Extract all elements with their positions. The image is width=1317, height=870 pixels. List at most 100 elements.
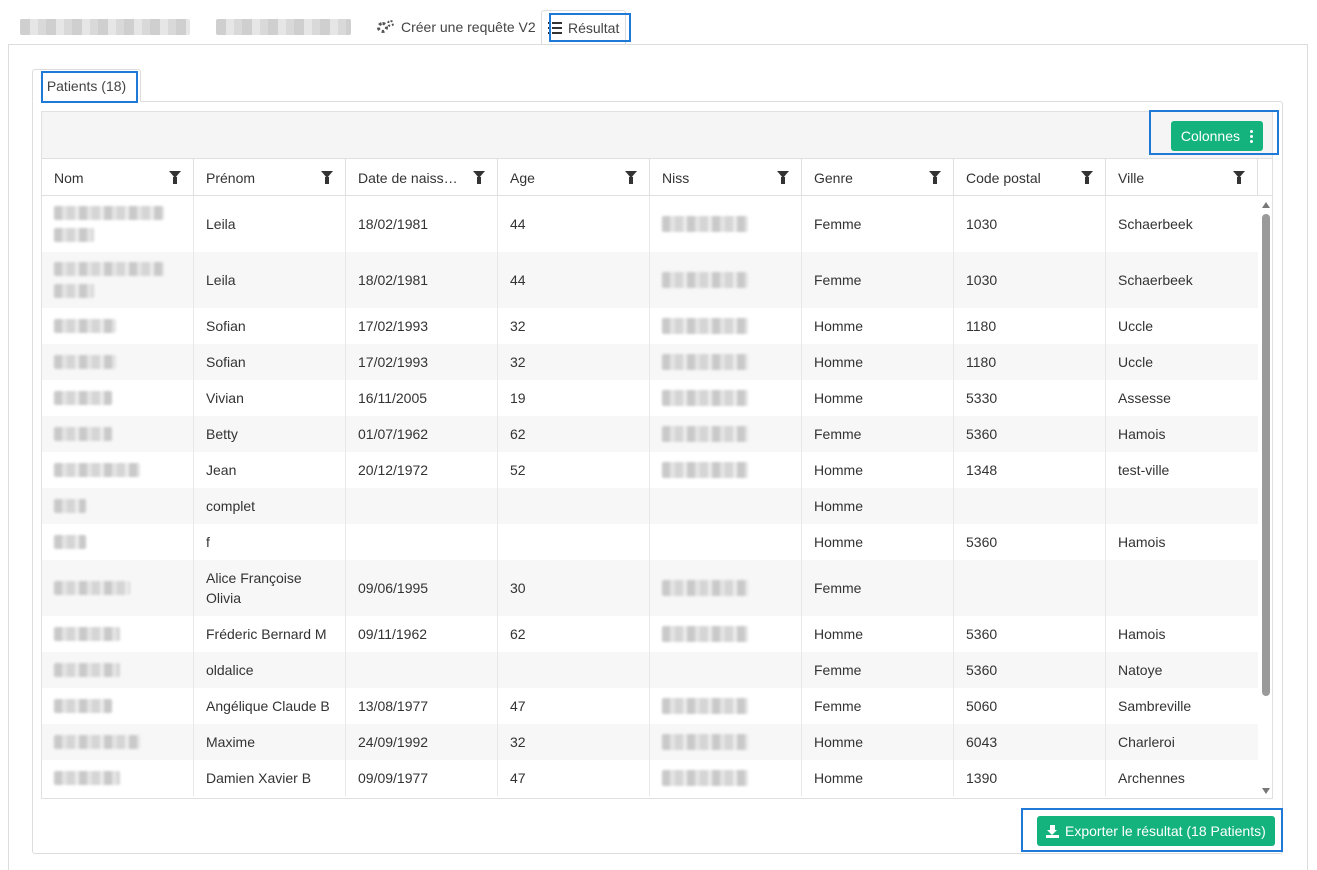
filter-icon[interactable]: [625, 171, 637, 184]
table-row[interactable]: Leila 18/02/1981 44 Femme 1030 Schaerbeek: [42, 196, 1258, 252]
columns-button-label: Colonnes: [1180, 128, 1240, 144]
grid-toolbar: Colonnes: [42, 112, 1272, 159]
header-code-postal[interactable]: Code postal: [954, 159, 1106, 196]
filter-icon[interactable]: [929, 171, 941, 184]
filter-icon[interactable]: [321, 171, 333, 184]
header-label: Niss: [662, 169, 690, 186]
redacted-text: [54, 206, 164, 220]
tab-patients[interactable]: Patients (18): [32, 69, 141, 102]
cell-code-postal: [954, 560, 1106, 616]
export-button[interactable]: Exporter le résultat (18 Patients): [1037, 816, 1275, 846]
cell-genre: Femme: [802, 416, 954, 452]
more-vertical-icon: [1250, 129, 1253, 143]
cell-code-postal: 5360: [954, 524, 1106, 560]
header-spacer: [1258, 159, 1272, 196]
cell-genre: Femme: [802, 252, 954, 308]
table-row[interactable]: Betty 01/07/1962 62 Femme 5360 Hamois: [42, 416, 1258, 452]
cell-genre: Homme: [802, 452, 954, 488]
table-row[interactable]: Alice Françoise Olivia 09/06/1995 30 Femme: [42, 560, 1258, 616]
cell-prenom: Jean: [194, 452, 346, 488]
cell-code-postal: 5060: [954, 688, 1106, 724]
scroll-down-icon[interactable]: [1262, 788, 1270, 794]
table-row[interactable]: Maxime 24/09/1992 32 Homme 6043 Charleroi: [42, 724, 1258, 760]
header-ville[interactable]: Ville: [1106, 159, 1258, 196]
cell-code-postal: 5360: [954, 616, 1106, 652]
filter-icon[interactable]: [777, 171, 789, 184]
cell-niss: [650, 616, 802, 652]
header-label: Nom: [54, 169, 84, 186]
cell-genre: Femme: [802, 652, 954, 688]
cell-nom: [42, 724, 194, 760]
columns-button[interactable]: Colonnes: [1170, 121, 1263, 151]
cell-ville: Archennes: [1118, 770, 1185, 786]
table-row[interactable]: Damien Xavier B 09/09/1977 47 Homme 1390 Arch…: [42, 760, 1258, 796]
redacted-text: [54, 284, 94, 298]
table-row[interactable]: Vivian 16/11/2005 19 Homme 5330 Assesse: [42, 380, 1258, 416]
cell-ville: Hamois: [1118, 534, 1166, 550]
table-row[interactable]: Sofian 17/02/1993 32 Homme 1180 Uccle: [42, 344, 1258, 380]
table-row[interactable]: oldalice Femme 5360 Natoye: [42, 652, 1258, 688]
cell-prenom: Damien Xavier B: [194, 760, 346, 796]
cell-genre: Femme: [802, 688, 954, 724]
header-age[interactable]: Age: [498, 159, 650, 196]
cell-date-naissance: 18/02/1981: [346, 196, 498, 252]
cell-ville: Hamois: [1118, 626, 1166, 642]
redacted-text: [662, 580, 748, 596]
table-row[interactable]: f Homme 5360 Hamois: [42, 524, 1258, 560]
table-row[interactable]: Jean 20/12/1972 52 Homme 1348 test-ville: [42, 452, 1258, 488]
cell-niss: [650, 488, 802, 524]
cell-niss: [650, 344, 802, 380]
cell-age: 62: [498, 416, 650, 452]
header-nom[interactable]: Nom: [42, 159, 194, 196]
cell-code-postal: 1348: [954, 452, 1106, 488]
tab-creer-requete[interactable]: Créer une requête V2: [377, 10, 536, 44]
header-prenom[interactable]: Prénom: [194, 159, 346, 196]
redacted-text: [54, 735, 140, 749]
redacted-text: [54, 355, 116, 369]
filter-icon[interactable]: [1233, 171, 1245, 184]
header-label: Date de naissance: [358, 169, 458, 186]
cell-date-naissance: [346, 652, 498, 688]
cell-genre: Homme: [802, 760, 954, 796]
tab-patients-label: Patients (18): [46, 77, 127, 94]
table-row[interactable]: Sofian 17/02/1993 32 Homme 1180 Uccle: [42, 308, 1258, 344]
scroll-up-icon[interactable]: [1262, 202, 1270, 208]
cell-date-naissance: 13/08/1977: [346, 688, 498, 724]
filter-icon[interactable]: [473, 171, 485, 184]
header-label: Code postal: [966, 169, 1041, 186]
table-row[interactable]: Angélique Claude B 13/08/1977 47 Femme 5060 S…: [42, 688, 1258, 724]
redacted-text: [662, 626, 748, 642]
cell-age: 19: [498, 380, 650, 416]
cell-age: [498, 488, 650, 524]
cell-age: 30: [498, 560, 650, 616]
redacted-text: [54, 535, 86, 549]
filter-icon[interactable]: [169, 171, 181, 184]
tab-blurred-1[interactable]: [20, 10, 190, 44]
table-row[interactable]: Leila 18/02/1981 44 Femme 1030 Schaerbeek: [42, 252, 1258, 308]
cell-genre: Homme: [802, 308, 954, 344]
cell-prenom: Betty: [194, 416, 346, 452]
cell-code-postal: 1180: [954, 308, 1106, 344]
cell-age: 52: [498, 452, 650, 488]
cell-nom: [42, 560, 194, 616]
cell-date-naissance: [346, 488, 498, 524]
cell-prenom: Angélique Claude B: [194, 688, 346, 724]
header-date-naissance[interactable]: Date de naissance: [346, 159, 498, 196]
table-row[interactable]: Fréderic Bernard M 09/11/1962 62 Homme 5360 H…: [42, 616, 1258, 652]
header-genre[interactable]: Genre: [802, 159, 954, 196]
tab-resultat[interactable]: Résultat: [541, 10, 627, 45]
cell-genre: Homme: [802, 488, 954, 524]
cell-date-naissance: 20/12/1972: [346, 452, 498, 488]
vertical-scrollbar[interactable]: [1258, 196, 1272, 798]
cell-ville: Uccle: [1118, 318, 1154, 334]
filter-icon[interactable]: [1081, 171, 1093, 184]
table-row[interactable]: complet Homme: [42, 488, 1258, 524]
tab-blurred-2[interactable]: [216, 10, 351, 44]
cell-ville: [1106, 488, 1258, 524]
cell-ville: Hamois: [1118, 426, 1166, 442]
list-icon: [548, 21, 562, 34]
header-niss[interactable]: Niss: [650, 159, 802, 196]
cell-age: 44: [498, 252, 650, 308]
cell-ville: Schaerbeek: [1118, 272, 1193, 288]
scrollbar-thumb[interactable]: [1262, 214, 1270, 696]
